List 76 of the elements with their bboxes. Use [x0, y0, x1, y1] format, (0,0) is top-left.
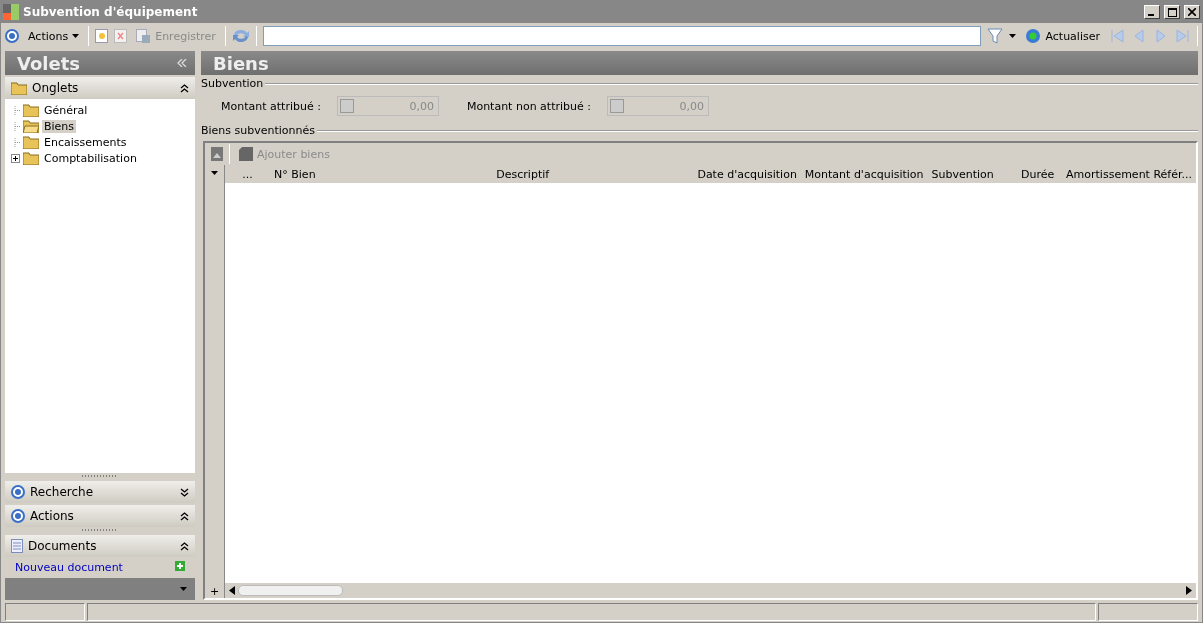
- target-icon: [11, 509, 25, 523]
- maximize-icon: [1167, 7, 1177, 17]
- column-header[interactable]: ...: [225, 167, 271, 181]
- close-icon: [1188, 8, 1196, 16]
- actions-menu-button[interactable]: Actions: [25, 27, 83, 45]
- scroll-right-button[interactable]: [1186, 586, 1192, 595]
- scrollbar-thumb[interactable]: [238, 585, 343, 596]
- folder-icon: [23, 135, 39, 149]
- plus-icon[interactable]: [11, 153, 20, 163]
- close-button[interactable]: [1184, 5, 1200, 19]
- panel-title: Volets: [17, 52, 80, 74]
- field-button-icon: [339, 99, 354, 113]
- target-icon: [11, 485, 25, 499]
- section-title: Documents: [28, 539, 98, 553]
- section-header[interactable]: Documents: [5, 535, 195, 557]
- refresh-icon: [1025, 28, 1042, 44]
- tree-line: [11, 137, 20, 147]
- new-document-link[interactable]: Nouveau document: [5, 557, 195, 578]
- column-header[interactable]: Subvention: [927, 167, 1018, 181]
- caret-icon: [72, 34, 80, 38]
- minimize-button[interactable]: [1144, 5, 1160, 19]
- column-header[interactable]: Montant d'acquisition: [800, 167, 928, 181]
- refresh-button[interactable]: Actualiser: [1022, 26, 1103, 46]
- folder-icon: [23, 103, 39, 117]
- caret-icon: [180, 587, 187, 591]
- collapse-icon[interactable]: [180, 83, 189, 93]
- new-document-icon[interactable]: [95, 29, 109, 43]
- expand-icon[interactable]: [180, 487, 189, 497]
- section-header[interactable]: Onglets: [5, 77, 195, 99]
- field-label: Montant attribué :: [221, 99, 321, 113]
- collapse-icon[interactable]: [180, 511, 189, 521]
- sync-icon[interactable]: [231, 28, 250, 44]
- section-header[interactable]: Recherche: [5, 481, 195, 503]
- folder-icon: [23, 151, 39, 165]
- section-title: Onglets: [32, 81, 80, 95]
- filter-icon[interactable]: [987, 28, 1004, 44]
- column-header[interactable]: Amortissement Référ...: [1062, 167, 1196, 181]
- group-legend: Subvention: [201, 77, 264, 90]
- caret-icon: [1009, 34, 1017, 38]
- maximize-button[interactable]: [1164, 5, 1180, 19]
- section-title: Recherche: [30, 485, 95, 499]
- collapse-icon[interactable]: [180, 541, 189, 551]
- field-button-icon: [610, 99, 624, 113]
- column-header[interactable]: Durée: [1017, 167, 1063, 181]
- group-legend: Biens subventionnés: [201, 124, 316, 137]
- section-header[interactable]: Actions: [5, 505, 195, 527]
- section-title: Actions: [30, 509, 75, 523]
- tree-line: [11, 105, 20, 115]
- collapse-panel-icon[interactable]: [177, 59, 187, 67]
- tree-item[interactable]: Encaissements: [42, 135, 129, 149]
- splitter-handle[interactable]: [82, 529, 118, 531]
- target-icon: [5, 29, 19, 43]
- clipboard-icon: [239, 147, 253, 161]
- column-header[interactable]: Descriptif: [352, 167, 694, 181]
- field-label: Montant non attribué :: [466, 99, 591, 113]
- window-title: Subvention d'équipement: [23, 5, 199, 19]
- document-icon: [11, 539, 23, 553]
- app-icon: [3, 4, 19, 20]
- page-title: Biens: [213, 52, 269, 74]
- image-icon[interactable]: [211, 147, 223, 161]
- tree-item[interactable]: Général: [42, 103, 90, 117]
- tree-item[interactable]: Comptabilisation: [42, 151, 139, 165]
- caret-icon: [211, 171, 218, 175]
- horizontal-scrollbar[interactable]: [225, 583, 1196, 598]
- splitter-handle[interactable]: [82, 475, 118, 477]
- scroll-left-button[interactable]: [229, 586, 235, 595]
- column-header[interactable]: N° Bien: [270, 167, 353, 181]
- delete-icon[interactable]: [114, 29, 128, 43]
- add-row-button[interactable]: +: [209, 585, 220, 598]
- open-folder-icon: [23, 119, 39, 133]
- tree-item[interactable]: Biens: [42, 119, 77, 133]
- save-icon: [136, 29, 152, 43]
- column-header[interactable]: Date d'acquisition: [693, 167, 801, 181]
- tree-line: [11, 121, 20, 131]
- folder-icon: [11, 81, 27, 95]
- search-field[interactable]: [262, 26, 982, 46]
